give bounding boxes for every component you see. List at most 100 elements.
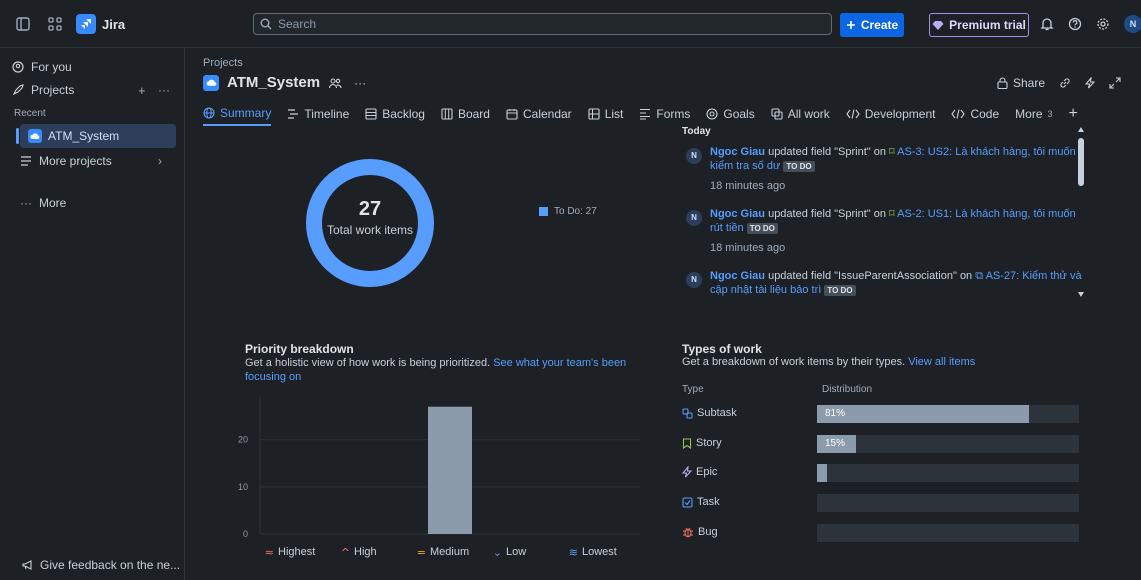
search-input[interactable] bbox=[278, 17, 778, 31]
tab-summary[interactable]: Summary bbox=[203, 102, 272, 126]
breadcrumb[interactable]: Projects bbox=[203, 57, 243, 69]
type-label: Epic bbox=[682, 466, 717, 478]
tab-code[interactable]: Code bbox=[951, 102, 999, 126]
give-feedback-link[interactable]: Give feedback on the ne... bbox=[22, 558, 180, 572]
tab-forms[interactable]: Forms bbox=[639, 102, 690, 126]
task-checkbox-icon bbox=[682, 496, 693, 508]
feed-scrollbar[interactable] bbox=[1077, 124, 1085, 300]
distribution-percent: 15% bbox=[825, 438, 846, 449]
sidebar-item-atm-system[interactable]: ATM_System bbox=[16, 124, 176, 148]
type-label: Story bbox=[682, 437, 722, 449]
legend-swatch bbox=[539, 207, 548, 216]
activity-user-link[interactable]: Ngoc Giau bbox=[710, 208, 765, 220]
allwork-icon bbox=[771, 108, 783, 120]
type-label: Subtask bbox=[682, 407, 737, 419]
tab-label: Board bbox=[457, 107, 490, 121]
activity-action: updated field "IssueParentAssociation" o… bbox=[765, 270, 976, 282]
distribution-bar bbox=[817, 494, 1079, 512]
low-priority-icon: ⌄ bbox=[493, 546, 502, 559]
notifications-bell-icon[interactable] bbox=[1036, 13, 1058, 35]
projects-more-icon[interactable]: ··· bbox=[158, 83, 170, 97]
types-table-header: Type Distribution bbox=[682, 384, 1082, 395]
activity-user-link[interactable]: Ngoc Giau bbox=[710, 146, 765, 158]
story-icon: ⌑ bbox=[889, 146, 898, 158]
tab-label: More bbox=[1015, 107, 1043, 121]
activity-user-link[interactable]: Ngoc Giau bbox=[710, 270, 765, 282]
project-cloud-icon bbox=[203, 74, 219, 91]
tab-label: Code bbox=[970, 107, 1000, 121]
view-all-items-link[interactable]: View all items bbox=[908, 356, 975, 368]
tab-board[interactable]: Board bbox=[441, 102, 490, 126]
type-row-bug[interactable]: Bug bbox=[682, 524, 1082, 542]
add-tab-button[interactable]: + bbox=[1069, 102, 1078, 126]
type-row-subtask[interactable]: Subtask 81% bbox=[682, 405, 1082, 423]
for-you-icon bbox=[12, 61, 24, 73]
status-badge: TO DO bbox=[783, 160, 815, 172]
bar[interactable] bbox=[428, 406, 472, 534]
sidebar-item-more-projects[interactable]: More projects › bbox=[20, 154, 170, 168]
scrollbar-thumb[interactable] bbox=[1078, 138, 1084, 186]
tab-list[interactable]: List bbox=[588, 102, 623, 126]
globe-icon bbox=[203, 107, 215, 119]
settings-gear-icon[interactable] bbox=[1092, 13, 1114, 35]
app-switcher-icon[interactable] bbox=[44, 13, 66, 35]
type-row-task[interactable]: Task bbox=[682, 494, 1082, 512]
sidebar-toggle-icon[interactable] bbox=[12, 13, 34, 35]
jira-logo-icon[interactable] bbox=[76, 14, 96, 34]
link-icon[interactable] bbox=[1059, 77, 1071, 89]
list-icon bbox=[588, 108, 600, 120]
activity-action: updated field "Sprint" on bbox=[765, 146, 890, 158]
activity-item: N Ngoc Giau updated field "IssueParentAs… bbox=[682, 269, 1082, 297]
team-icon[interactable] bbox=[328, 77, 342, 89]
status-badge: TO DO bbox=[746, 222, 778, 234]
sidebar-item-more[interactable]: ··· More bbox=[20, 196, 66, 210]
types-description: Get a breakdown of work items by their t… bbox=[682, 356, 975, 368]
type-name: Subtask bbox=[697, 407, 737, 419]
calendar-icon bbox=[506, 108, 518, 120]
tab-calendar[interactable]: Calendar bbox=[506, 102, 572, 126]
type-name: Epic bbox=[696, 466, 718, 478]
activity-item: N Ngoc Giau updated field "Sprint" on ⌑ … bbox=[682, 207, 1082, 255]
feedback-label: Give feedback on the ne... bbox=[40, 558, 181, 572]
expand-icon[interactable] bbox=[1109, 77, 1121, 89]
tab-development[interactable]: Development bbox=[846, 102, 935, 126]
distribution-fill bbox=[817, 464, 828, 482]
y-tick-label: 10 bbox=[238, 482, 248, 492]
menu-lines-icon bbox=[20, 156, 32, 166]
header-actions: Share bbox=[997, 76, 1121, 90]
donut-legend[interactable]: To Do: 27 bbox=[539, 206, 597, 217]
create-button[interactable]: Create bbox=[840, 13, 904, 37]
type-row-epic[interactable]: Epic bbox=[682, 464, 1082, 482]
plus-icon: + bbox=[1068, 105, 1078, 122]
search-box[interactable] bbox=[253, 13, 832, 35]
help-icon[interactable] bbox=[1064, 13, 1086, 35]
tab-all-work[interactable]: All work bbox=[771, 102, 830, 126]
sidebar-item-for-you[interactable]: For you bbox=[12, 60, 72, 74]
lightning-icon[interactable] bbox=[1085, 77, 1095, 89]
tab-backlog[interactable]: Backlog bbox=[365, 102, 425, 126]
tab-timeline[interactable]: Timeline bbox=[287, 102, 349, 126]
recent-heading: Recent bbox=[14, 108, 46, 119]
share-button[interactable]: Share bbox=[997, 76, 1045, 90]
rocket-icon bbox=[12, 84, 24, 96]
timeline-icon bbox=[287, 109, 299, 119]
legend-label: To Do: 27 bbox=[554, 206, 597, 217]
chevron-right-icon: › bbox=[158, 154, 162, 168]
premium-trial-button[interactable]: Premium trial bbox=[929, 13, 1029, 37]
project-more-icon[interactable]: ··· bbox=[354, 76, 366, 90]
priority-bar-chart: 0 10 20 ≈ Highest ^ High = Medium ⌄ Low ≋ Lowest bbox=[238, 397, 640, 559]
status-donut-chart: 27 Total work items bbox=[305, 158, 435, 288]
sidebar-item-projects[interactable]: Projects + ··· bbox=[12, 83, 172, 98]
story-icon: ⌑ bbox=[889, 208, 898, 220]
add-project-icon[interactable]: + bbox=[138, 83, 146, 98]
distribution-column-header: Distribution bbox=[822, 384, 873, 395]
user-avatar[interactable]: N bbox=[1124, 15, 1141, 33]
subtask-icon: ⧉ bbox=[975, 270, 986, 282]
activity-action: updated field "Sprint" on bbox=[765, 208, 890, 220]
tab-goals[interactable]: Goals bbox=[706, 102, 755, 126]
activity-time: 18 minutes ago bbox=[710, 180, 786, 192]
app-name[interactable]: Jira bbox=[102, 17, 125, 32]
tab-more[interactable]: More 3 bbox=[1015, 102, 1052, 126]
type-row-story[interactable]: Story 15% bbox=[682, 435, 1082, 453]
feed-day-heading: Today bbox=[682, 126, 711, 137]
